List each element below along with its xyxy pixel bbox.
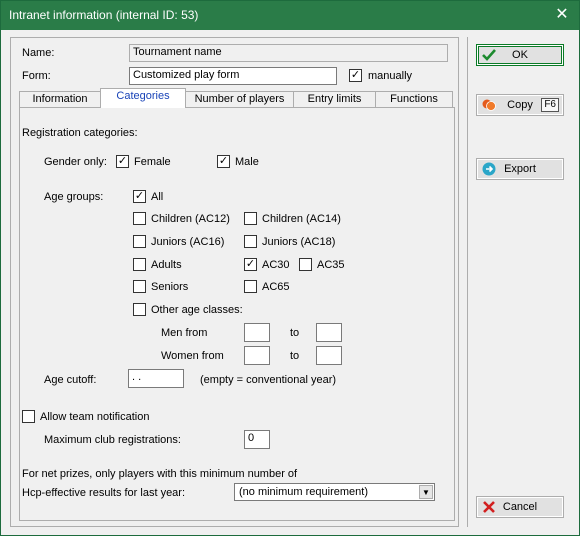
women-from-label: Women from <box>161 350 224 362</box>
other-age-classes-checkbox[interactable] <box>133 303 146 316</box>
age-all-label: All <box>151 191 164 203</box>
gender-label: Gender only: <box>44 156 107 168</box>
juniors-ac18-checkbox[interactable] <box>244 235 257 248</box>
ac65-label: AC65 <box>262 281 290 293</box>
female-checkbox[interactable]: ✓ <box>116 155 129 168</box>
children-ac14-checkbox[interactable] <box>244 212 257 225</box>
women-to-label: to <box>290 350 300 362</box>
male-checkbox[interactable]: ✓ <box>217 155 230 168</box>
age-groups-label: Age groups: <box>44 191 104 203</box>
name-label: Name: <box>22 47 55 59</box>
export-label: Export <box>504 163 536 175</box>
other-age-classes-label: Other age classes: <box>151 304 243 316</box>
cancel-label: Cancel <box>502 501 538 513</box>
age-cutoff-hint: (empty = conventional year) <box>200 374 337 386</box>
ac35-label: AC35 <box>317 259 345 271</box>
age-all-checkbox[interactable]: ✓ <box>133 190 146 203</box>
women-to-input[interactable] <box>316 346 342 365</box>
close-icon[interactable]: ✕ <box>545 1 579 30</box>
ac35-checkbox[interactable] <box>299 258 312 271</box>
form-label: Form: <box>22 70 51 82</box>
men-to-input[interactable] <box>316 323 342 342</box>
men-from-label: Men from <box>161 327 208 339</box>
hcp-min-value: (no minimum requirement) <box>239 486 368 498</box>
tab-entry-limits[interactable]: Entry limits <box>293 91 376 108</box>
max-club-label: Maximum club registrations: <box>44 434 181 446</box>
copy-button[interactable]: Copy F6 <box>476 94 564 116</box>
manually-checkbox[interactable]: ✓ <box>349 69 362 82</box>
women-from-input[interactable] <box>244 346 270 365</box>
manually-label: manually <box>368 70 413 82</box>
export-button[interactable]: Export <box>476 158 564 180</box>
adults-label: Adults <box>151 259 182 271</box>
cancel-button[interactable]: Cancel <box>476 496 564 518</box>
tab-categories[interactable]: Categories <box>100 88 186 108</box>
ac30-checkbox[interactable]: ✓ <box>244 258 257 271</box>
ok-button[interactable]: OK <box>476 44 564 66</box>
men-from-input[interactable] <box>244 323 270 342</box>
ac30-label: AC30 <box>262 259 290 271</box>
window-title: Intranet information (internal ID: 53) <box>9 8 199 22</box>
juniors-ac16-label: Juniors (AC16) <box>151 236 225 248</box>
adults-checkbox[interactable] <box>133 258 146 271</box>
children-ac12-label: Children (AC12) <box>151 213 230 225</box>
tab-functions[interactable]: Functions <box>375 91 453 108</box>
button-divider <box>467 37 468 527</box>
dialog-window: Intranet information (internal ID: 53) ✕… <box>0 0 580 536</box>
registration-categories-label: Registration categories: <box>22 127 138 139</box>
ok-label: OK <box>512 49 528 61</box>
seniors-label: Seniors <box>151 281 189 293</box>
ac65-checkbox[interactable] <box>244 280 257 293</box>
team-notification-checkbox[interactable] <box>22 410 35 423</box>
juniors-ac18-label: Juniors (AC18) <box>262 236 336 248</box>
hcp-min-select[interactable]: (no minimum requirement) ▼ <box>234 483 435 501</box>
children-ac14-label: Children (AC14) <box>262 213 341 225</box>
male-label: Male <box>235 156 259 168</box>
seniors-checkbox[interactable] <box>133 280 146 293</box>
children-ac12-checkbox[interactable] <box>133 212 146 225</box>
age-cutoff-input[interactable]: . . <box>128 369 184 388</box>
net-prize-text: For net prizes, only players with this m… <box>22 468 298 480</box>
tab-number-of-players[interactable]: Number of players <box>185 91 294 108</box>
juniors-ac16-checkbox[interactable] <box>133 235 146 248</box>
copy-shortcut: F6 <box>541 98 559 112</box>
name-field[interactable]: Tournament name <box>129 44 448 62</box>
form-field[interactable]: Customized play form <box>129 67 337 85</box>
hcp-label: Hcp-effective results for last year: <box>22 487 186 499</box>
age-cutoff-label: Age cutoff: <box>44 374 97 386</box>
title-bar[interactable]: Intranet information (internal ID: 53) ✕ <box>1 1 579 30</box>
team-notification-label: Allow team notification <box>40 411 150 423</box>
chevron-down-icon[interactable]: ▼ <box>419 485 433 499</box>
max-club-input[interactable]: 0 <box>244 430 270 449</box>
men-to-label: to <box>290 327 300 339</box>
female-label: Female <box>134 156 171 168</box>
tab-information[interactable]: Information <box>19 91 101 108</box>
